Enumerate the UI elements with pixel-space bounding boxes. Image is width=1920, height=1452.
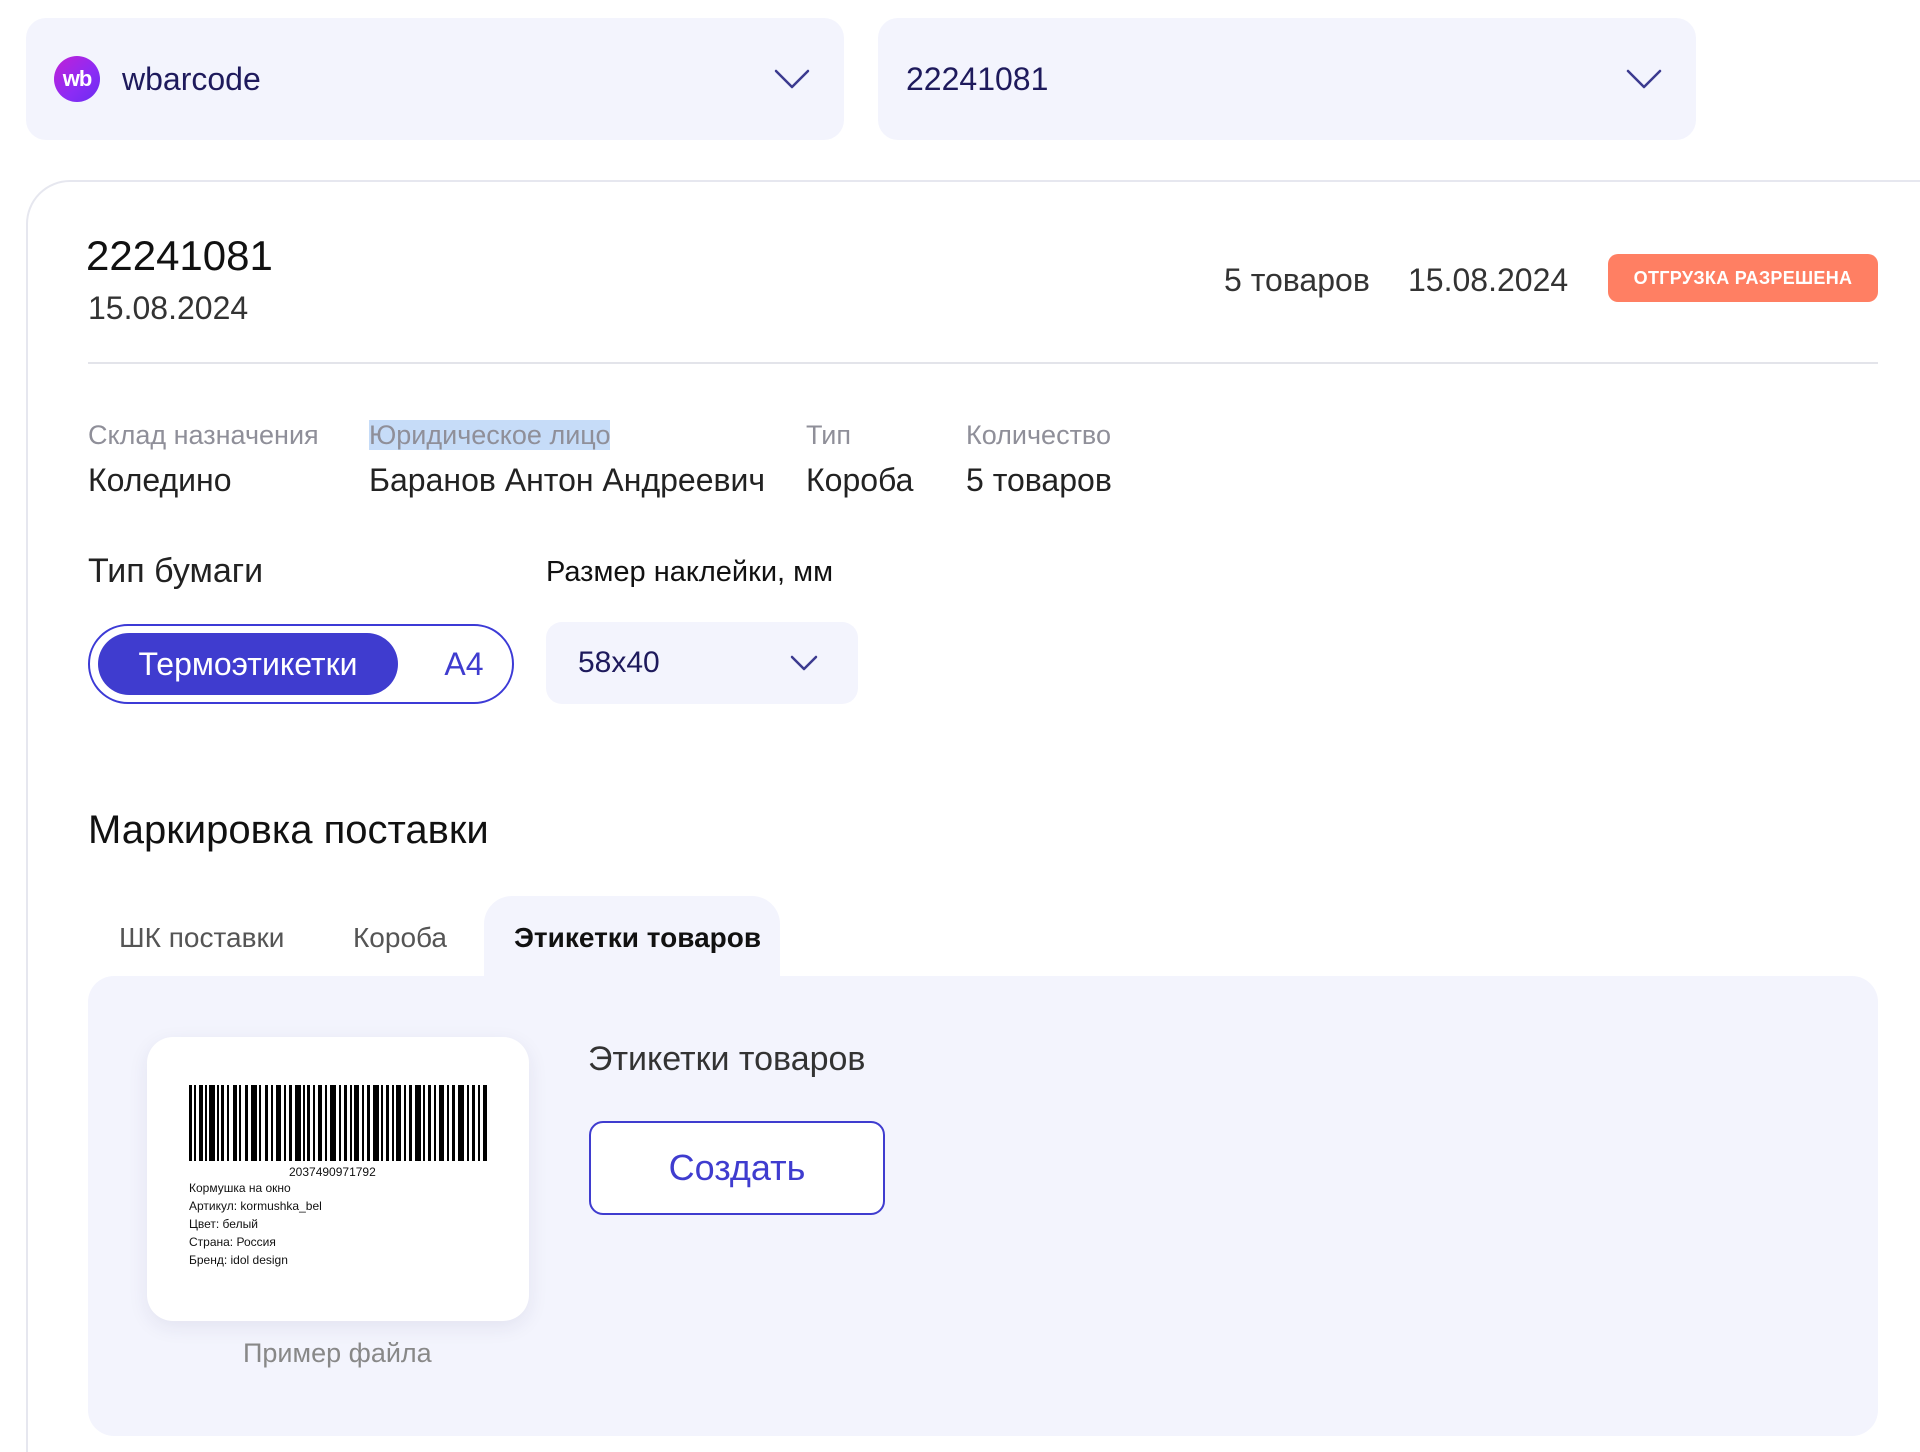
quantity-value: 5 товаров xyxy=(966,462,1112,498)
supply-date: 15.08.2024 xyxy=(88,290,249,326)
legal-entity-value: Баранов Антон Андреевич xyxy=(369,462,766,498)
sticker-size-label: Размер наклейки, мм xyxy=(546,556,834,588)
chevron-down-icon xyxy=(1626,69,1662,89)
label-line: Артикул: kormushka_bel xyxy=(189,1199,322,1213)
supply-item-count: 5 товаров xyxy=(1224,262,1370,298)
warehouse-value: Коледино xyxy=(88,462,232,498)
paper-option-a4[interactable]: А4 xyxy=(430,633,498,695)
type-value: Короба xyxy=(806,462,914,498)
barcode-number: 2037490971792 xyxy=(289,1165,376,1179)
tab-product-labels[interactable]: Этикетки товаров xyxy=(514,922,761,954)
marking-title: Маркировка поставки xyxy=(88,808,489,852)
sticker-size-value: 58x40 xyxy=(578,646,660,679)
sample-caption: Пример файла xyxy=(243,1338,432,1368)
label-line: Кормушка на окно xyxy=(189,1181,291,1195)
supply-id: 22241081 xyxy=(86,232,273,279)
warehouse-label: Склад назначения xyxy=(88,420,319,450)
quantity-label: Количество xyxy=(966,420,1111,450)
tab-boxes[interactable]: Короба xyxy=(353,922,447,954)
panel-title: Этикетки товаров xyxy=(588,1040,866,1078)
label-line: Страна: Россия xyxy=(189,1235,276,1249)
supply-selector[interactable]: 22241081 xyxy=(878,18,1696,140)
wb-logo-icon: wb xyxy=(54,56,100,102)
chevron-down-icon xyxy=(774,69,810,89)
status-badge: ОТГРУЗКА РАЗРЕШЕНА xyxy=(1608,254,1878,302)
account-name: wbarcode xyxy=(122,60,261,97)
supply-date-right: 15.08.2024 xyxy=(1408,262,1569,298)
account-selector[interactable]: wb wbarcode xyxy=(26,18,844,140)
barcode-image xyxy=(189,1085,487,1161)
type-label: Тип xyxy=(806,420,852,450)
paper-type-toggle[interactable]: Термоэтикетки А4 xyxy=(88,624,514,704)
label-line: Цвет: белый xyxy=(189,1217,258,1231)
supply-selector-value: 22241081 xyxy=(906,60,1049,97)
sticker-size-select[interactable]: 58x40 xyxy=(546,622,858,704)
paper-option-thermo[interactable]: Термоэтикетки xyxy=(98,633,398,695)
label-line: Бренд: idol design xyxy=(189,1253,288,1267)
paper-type-label: Тип бумаги xyxy=(88,552,264,590)
sample-label-card: 2037490971792 Кормушка на окно Артикул: … xyxy=(147,1037,529,1321)
chevron-down-icon xyxy=(790,655,818,671)
create-button[interactable]: Создать xyxy=(589,1121,885,1215)
tab-supply-barcode[interactable]: ШК поставки xyxy=(119,922,284,954)
legal-entity-label: Юридическое лицо xyxy=(369,420,611,450)
divider xyxy=(88,362,1878,364)
